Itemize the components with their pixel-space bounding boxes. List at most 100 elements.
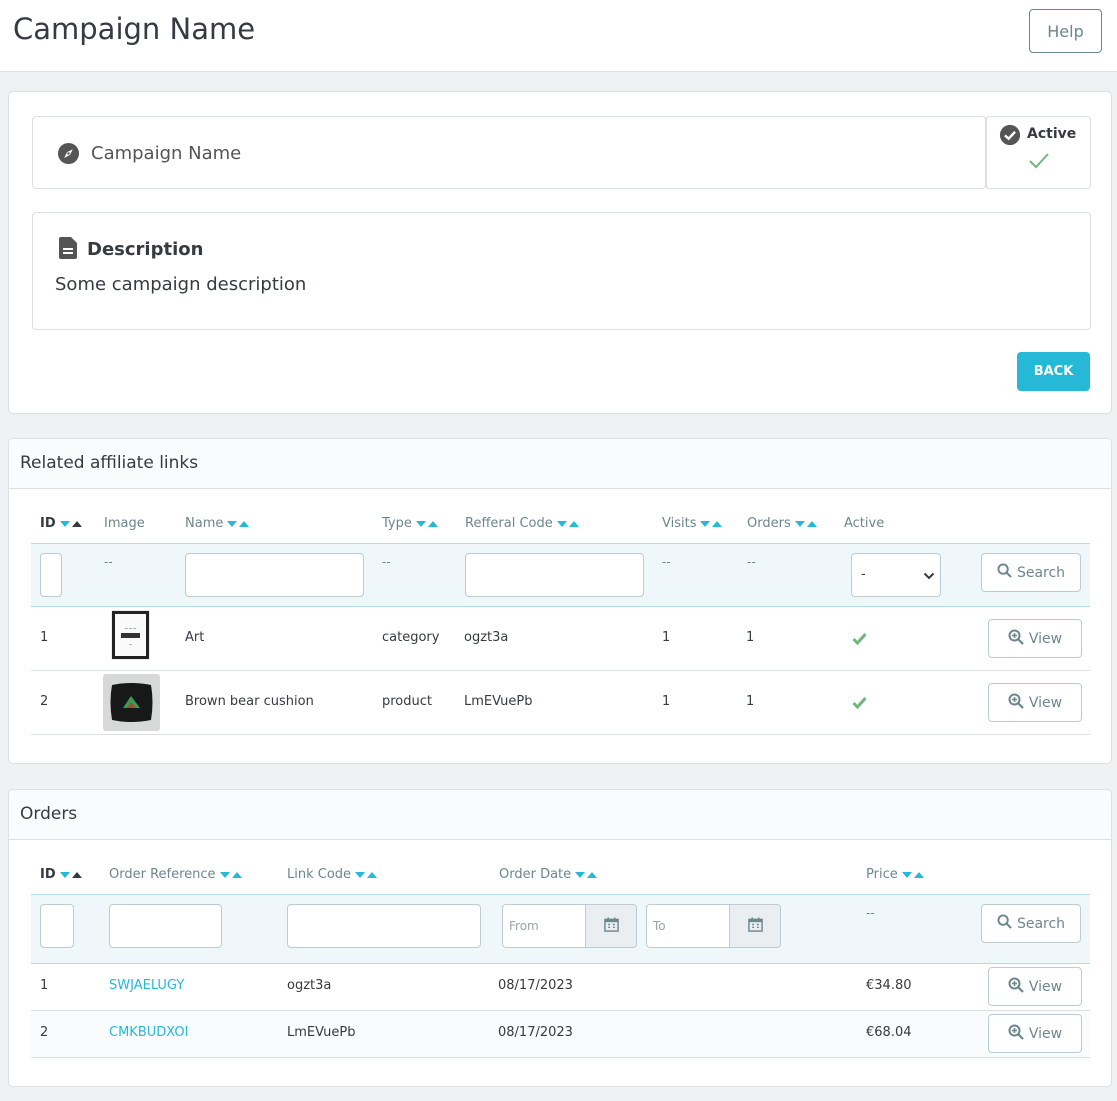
col-active: Active xyxy=(844,516,884,531)
orders-col-reference[interactable]: Order Reference xyxy=(109,867,242,882)
sort-icon[interactable] xyxy=(355,871,378,878)
row-type: product xyxy=(382,694,433,709)
col-image: Image xyxy=(104,516,145,531)
row-visits: 1 xyxy=(662,630,671,645)
orders-col-price[interactable]: Price xyxy=(866,867,924,882)
date-to-placeholder: To xyxy=(653,919,666,933)
date-from-placeholder: From xyxy=(509,919,539,933)
row-name: Brown bear cushion xyxy=(185,694,314,709)
date-from-calendar-button[interactable] xyxy=(586,904,637,948)
compass-icon xyxy=(57,142,80,169)
active-check-icon xyxy=(852,632,867,649)
order-reference-link[interactable]: CMKBUDXOI xyxy=(109,1025,188,1040)
col-referral-code-label: Refferal Code xyxy=(465,516,553,531)
orders-filter-price-empty: -- xyxy=(866,906,875,920)
col-orders-label: Orders xyxy=(747,516,791,531)
sort-icon[interactable] xyxy=(700,520,723,527)
order-id: 2 xyxy=(40,1025,49,1040)
order-link-code: LmEVuePb xyxy=(287,1025,356,1040)
svg-text:~~~: ~~~ xyxy=(124,626,137,632)
col-name[interactable]: Name xyxy=(185,516,250,531)
help-button[interactable]: Help xyxy=(1029,9,1102,53)
campaign-name-box: Campaign Name xyxy=(32,116,986,189)
sort-icon[interactable] xyxy=(901,871,924,878)
view-label: View xyxy=(1028,1025,1063,1042)
orders-col-date[interactable]: Order Date xyxy=(499,867,598,882)
calendar-icon xyxy=(603,916,619,936)
filter-id-input[interactable] xyxy=(40,553,62,597)
view-button[interactable]: View xyxy=(988,1014,1082,1053)
sort-icon[interactable] xyxy=(575,871,598,878)
row-type: category xyxy=(382,630,440,645)
description-title: Description xyxy=(87,239,204,260)
search-icon xyxy=(997,914,1012,933)
filter-code-input[interactable] xyxy=(465,553,644,597)
sort-icon[interactable] xyxy=(415,520,438,527)
view-button[interactable]: View xyxy=(988,619,1082,658)
search-icon xyxy=(997,563,1012,582)
orders-search-button[interactable]: Search xyxy=(981,904,1081,943)
orders-filter-link-code-input[interactable] xyxy=(287,904,481,948)
back-button[interactable]: BACK xyxy=(1017,352,1090,391)
affiliate-links-header: Related affiliate links xyxy=(9,439,1111,489)
page-title: Campaign Name xyxy=(13,12,256,46)
sort-icon[interactable] xyxy=(59,520,82,527)
filter-orders-empty: -- xyxy=(747,555,756,569)
row-visits: 1 xyxy=(662,694,671,709)
view-button[interactable]: View xyxy=(988,683,1082,722)
orders-header: Orders xyxy=(9,790,1111,840)
col-orders[interactable]: Orders xyxy=(747,516,817,531)
sort-icon[interactable] xyxy=(227,520,250,527)
col-referral-code[interactable]: Refferal Code xyxy=(465,516,579,531)
filter-type-empty: -- xyxy=(382,555,391,569)
row-id: 2 xyxy=(40,694,49,709)
orders-filter-id-input[interactable] xyxy=(40,904,74,948)
date-to-calendar-button[interactable] xyxy=(730,904,781,948)
status-box: Active xyxy=(985,116,1091,189)
filter-name-input[interactable] xyxy=(185,553,364,597)
active-check-icon xyxy=(1028,152,1050,174)
order-price: €34.80 xyxy=(866,978,912,993)
row-code: ogzt3a xyxy=(464,630,509,645)
campaign-name: Campaign Name xyxy=(91,143,242,164)
filter-active-select[interactable]: - xyxy=(851,553,941,597)
col-id[interactable]: ID xyxy=(40,516,82,531)
order-date: 08/17/2023 xyxy=(498,978,573,993)
zoom-in-icon xyxy=(1008,693,1024,713)
view-label: View xyxy=(1028,630,1063,647)
view-label: View xyxy=(1028,694,1063,711)
art-thumbnail[interactable]: ~~~ ~ xyxy=(112,611,149,659)
filter-visits-empty: -- xyxy=(662,555,671,569)
col-active-label: Active xyxy=(844,516,885,531)
chevron-down-icon xyxy=(923,570,935,585)
orders-col-link-code-label: Link Code xyxy=(287,867,352,882)
search-label: Search xyxy=(1016,564,1066,581)
orders-filter-reference-input[interactable] xyxy=(109,904,222,948)
sort-icon[interactable] xyxy=(219,871,242,878)
zoom-in-icon xyxy=(1008,629,1024,649)
affiliate-search-button[interactable]: Search xyxy=(981,553,1081,592)
sort-icon[interactable] xyxy=(59,871,82,878)
orders-col-link-code[interactable]: Link Code xyxy=(287,867,378,882)
col-visits[interactable]: Visits xyxy=(662,516,723,531)
sort-icon[interactable] xyxy=(794,520,817,527)
row-id: 1 xyxy=(40,630,49,645)
sort-icon[interactable] xyxy=(556,520,579,527)
row-name: Art xyxy=(185,630,205,645)
document-icon xyxy=(59,237,77,263)
col-type-label: Type xyxy=(382,516,412,531)
order-date: 08/17/2023 xyxy=(498,1025,573,1040)
order-price: €68.04 xyxy=(866,1025,912,1040)
orders-col-id[interactable]: ID xyxy=(40,867,82,882)
row-orders: 1 xyxy=(746,694,755,709)
col-type[interactable]: Type xyxy=(382,516,438,531)
active-check-icon xyxy=(852,696,867,713)
view-button[interactable]: View xyxy=(988,967,1082,1006)
row-code: LmEVuePb xyxy=(464,694,533,709)
col-visits-label: Visits xyxy=(662,516,697,531)
orders-col-id-label: ID xyxy=(40,867,56,882)
search-label: Search xyxy=(1016,915,1066,932)
campaign-card: Campaign Name Active Description Some ca… xyxy=(8,91,1112,414)
order-reference-link[interactable]: SWJAELUGY xyxy=(109,978,184,993)
cushion-thumbnail[interactable] xyxy=(103,674,160,731)
